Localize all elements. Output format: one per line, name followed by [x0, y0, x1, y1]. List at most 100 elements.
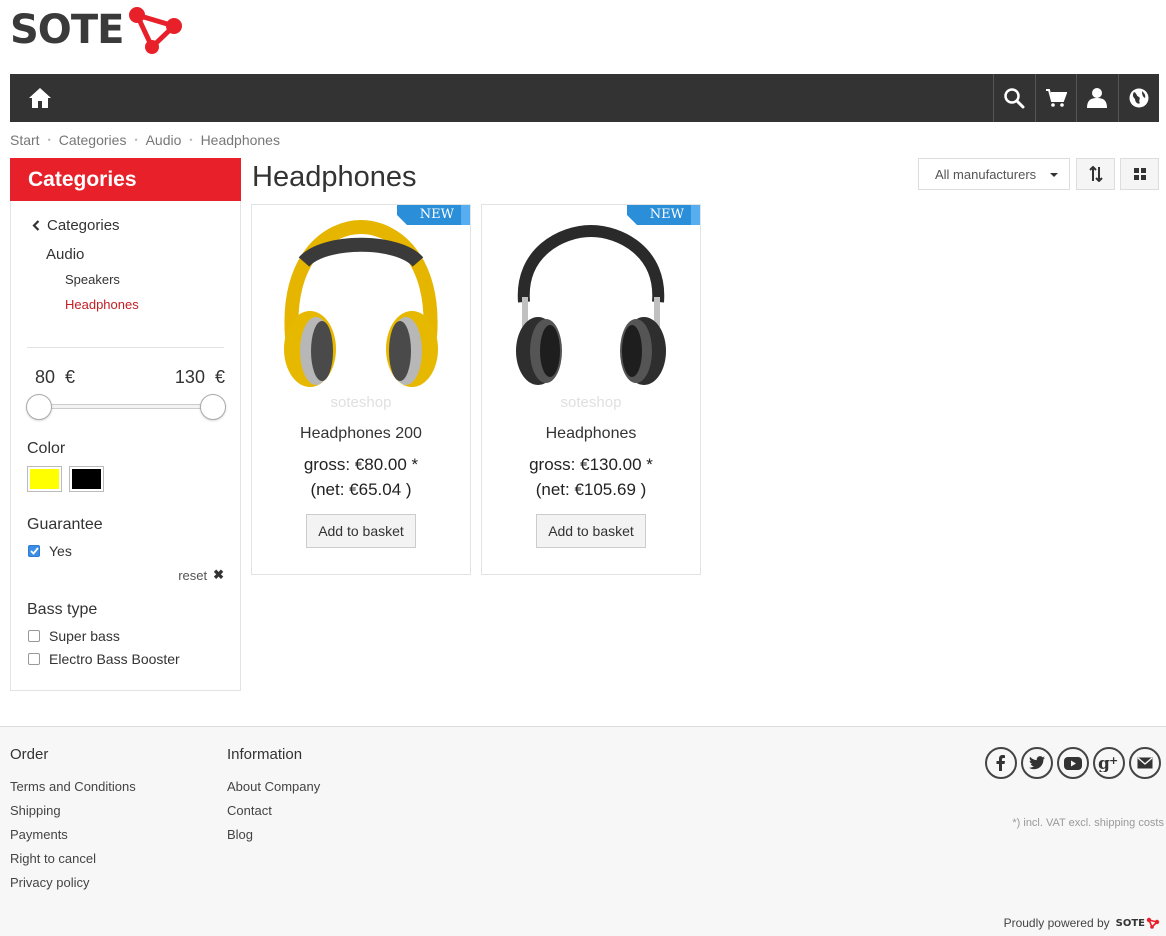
breadcrumb-audio[interactable]: Audio: [146, 132, 182, 148]
bass-option-super[interactable]: Super bass: [28, 628, 120, 644]
guarantee-yes-label: Yes: [49, 543, 72, 559]
powered-by[interactable]: Proudly powered by SOTE: [1004, 916, 1160, 930]
globe-icon: [1129, 88, 1149, 108]
category-audio[interactable]: Audio: [46, 246, 84, 263]
sidebar-filters: Categories Categories Audio Speakers Hea…: [10, 158, 241, 691]
footer-link-payments[interactable]: Payments: [10, 827, 68, 842]
sort-button[interactable]: [1076, 158, 1115, 190]
guarantee-yes-option[interactable]: Yes: [28, 543, 72, 559]
facebook-icon: [996, 755, 1005, 771]
breadcrumb-separator: •: [189, 135, 193, 145]
price-max-label: 130 €: [175, 367, 225, 388]
add-to-basket-button[interactable]: Add to basket: [306, 514, 416, 548]
color-swatch-yellow[interactable]: [27, 466, 62, 492]
product-name[interactable]: Headphones 200: [252, 425, 470, 443]
sidebar-divider: [27, 347, 224, 348]
logo[interactable]: SOTE: [10, 4, 187, 56]
breadcrumb-current: Headphones: [200, 132, 280, 148]
main-navbar: [10, 74, 1159, 122]
grid-view-button[interactable]: [1120, 158, 1159, 190]
home-icon[interactable]: [28, 86, 52, 110]
sidebar-header: Categories: [10, 158, 241, 201]
sort-icon: [1088, 166, 1103, 182]
breadcrumb-categories[interactable]: Categories: [59, 132, 127, 148]
reset-filters-button[interactable]: reset ✖: [178, 567, 224, 583]
twitter-link[interactable]: [1021, 747, 1053, 779]
footer-information-title: Information: [227, 746, 303, 763]
price-range-track[interactable]: [39, 404, 212, 409]
breadcrumb-separator: •: [47, 135, 51, 145]
image-watermark: soteshop: [560, 394, 622, 411]
google-plus-icon: g +: [1098, 754, 1118, 772]
price-min-value: 80: [35, 367, 56, 387]
price-min-currency: €: [65, 367, 76, 387]
breadcrumb-start[interactable]: Start: [10, 132, 40, 148]
product-net-price: (net: €105.69 ): [535, 480, 647, 499]
page-title: Headphones: [252, 161, 417, 193]
price-max-value: 130: [174, 367, 205, 387]
footer-link-right-to-cancel[interactable]: Right to cancel: [10, 851, 96, 866]
footer-link-terms[interactable]: Terms and Conditions: [10, 779, 136, 794]
language-button[interactable]: [1117, 74, 1160, 122]
category-back-label: Categories: [47, 217, 120, 234]
cart-button[interactable]: [1034, 74, 1077, 122]
product-card[interactable]: NEW soteshop Headphones 200 gross: €80.0…: [251, 204, 471, 575]
youtube-link[interactable]: [1057, 747, 1089, 779]
breadcrumb: Start • Categories • Audio • Headphones: [10, 132, 280, 148]
svg-text:+: +: [1109, 754, 1118, 767]
footer-order-title: Order: [10, 746, 49, 763]
image-watermark: soteshop: [330, 394, 392, 411]
logo-text: SOTE: [10, 7, 124, 53]
product-gross-price: gross: €130.00 *: [529, 455, 653, 474]
category-speakers[interactable]: Speakers: [65, 272, 120, 287]
logo-mark-icon: [129, 7, 183, 54]
vat-note: *) incl. VAT excl. shipping costs: [1012, 817, 1164, 829]
guarantee-filter-title: Guarantee: [27, 516, 103, 533]
user-icon: [1087, 88, 1108, 108]
powered-by-logo-text: SOTE: [1115, 917, 1145, 929]
logo-mark-icon: [1146, 917, 1160, 929]
price-min-label: 80 €: [35, 367, 75, 388]
search-icon: [1004, 88, 1025, 109]
electro-bass-checkbox[interactable]: [28, 653, 40, 665]
email-link[interactable]: [1129, 747, 1161, 779]
footer-link-contact[interactable]: Contact: [227, 803, 272, 818]
facebook-link[interactable]: [985, 747, 1017, 779]
super-bass-checkbox[interactable]: [28, 630, 40, 642]
add-to-basket-button[interactable]: Add to basket: [536, 514, 646, 548]
guarantee-yes-checkbox[interactable]: [28, 545, 40, 557]
close-icon: ✖: [213, 567, 224, 582]
product-name[interactable]: Headphones: [482, 425, 700, 443]
footer: Order Terms and Conditions Shipping Paym…: [0, 726, 1166, 936]
footer-link-privacy[interactable]: Privacy policy: [10, 875, 89, 890]
price-range-max-handle[interactable]: [200, 394, 226, 420]
product-card[interactable]: NEW soteshop Headphones gross: €130.00 *…: [481, 204, 701, 575]
footer-link-shipping[interactable]: Shipping: [10, 803, 61, 818]
manufacturer-select-value: All manufacturers: [935, 166, 1037, 182]
product-image[interactable]: [494, 217, 688, 413]
account-button[interactable]: [1076, 74, 1118, 122]
footer-link-about[interactable]: About Company: [227, 779, 320, 794]
price-range-min-handle[interactable]: [26, 394, 52, 420]
footer-link-blog[interactable]: Blog: [227, 827, 253, 842]
color-swatch-black[interactable]: [69, 466, 104, 492]
grid-icon: [1133, 168, 1146, 180]
super-bass-label: Super bass: [49, 628, 120, 644]
manufacturer-select[interactable]: All manufacturers: [918, 158, 1070, 190]
category-back-link[interactable]: Categories: [31, 217, 120, 234]
search-button[interactable]: [993, 74, 1035, 122]
social-links: g +: [981, 747, 1161, 779]
category-headphones[interactable]: Headphones: [65, 297, 139, 312]
color-filter-title: Color: [27, 440, 66, 457]
caret-down-icon: [1050, 173, 1058, 177]
breadcrumb-separator: •: [134, 135, 138, 145]
check-icon: [29, 547, 39, 555]
product-image[interactable]: [264, 217, 458, 413]
product-gross-price: gross: €80.00 *: [303, 455, 419, 474]
bass-option-electro[interactable]: Electro Bass Booster: [28, 651, 180, 667]
google-plus-link[interactable]: g +: [1093, 747, 1125, 779]
reset-label: reset: [178, 567, 208, 583]
youtube-icon: [1064, 756, 1082, 770]
bass-type-filter-title: Bass type: [27, 601, 98, 618]
twitter-icon: [1029, 756, 1045, 770]
